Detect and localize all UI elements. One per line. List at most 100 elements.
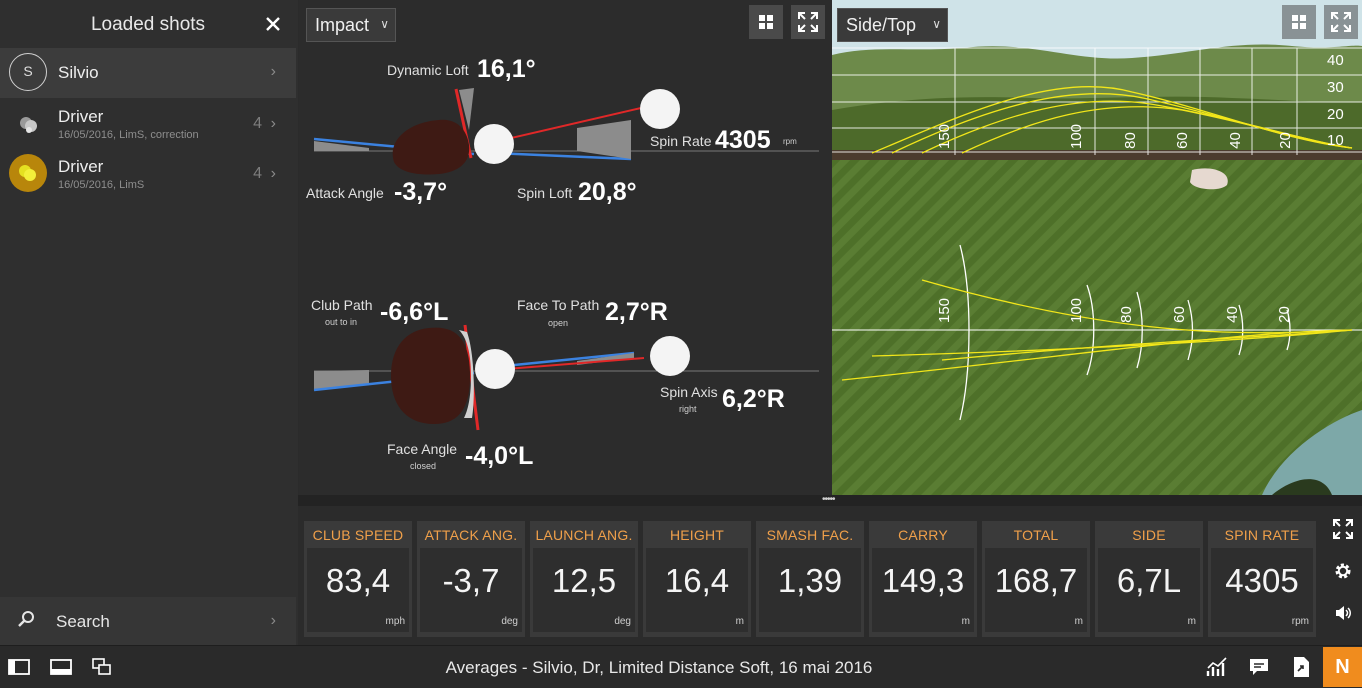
grid-layout-button[interactable]: [749, 5, 783, 39]
expand-stats-button[interactable]: [1328, 514, 1358, 544]
stat-body: -3,7 deg: [420, 548, 522, 632]
shot-subtitle: 16/05/2016, LimS, correction: [58, 129, 199, 141]
stat-tile-smash-factor[interactable]: SMASH FAC. 1,39: [756, 521, 864, 637]
club-path-sub: out to in: [325, 317, 358, 327]
impact-view-dropdown[interactable]: Impact ∨: [306, 8, 396, 42]
stat-unit: m: [1074, 616, 1083, 627]
trajectory-view-dropdown[interactable]: Side/Top ∨: [837, 8, 948, 42]
stats-bar: CLUB SPEED 83,4 mph ATTACK ANG. -3,7 deg…: [298, 506, 1362, 645]
expand-panel-button[interactable]: [791, 5, 825, 39]
close-sidebar-button[interactable]: [262, 10, 284, 36]
stat-tile-launch-angle[interactable]: LAUNCH ANG. 12,5 deg: [530, 521, 638, 637]
export-button[interactable]: [1288, 654, 1314, 680]
stat-value: 83,4: [325, 562, 391, 599]
gear-icon: [1335, 563, 1351, 579]
speaker-icon: [1336, 606, 1351, 620]
stat-unit: m: [961, 616, 970, 627]
shot-row[interactable]: Driver 16/05/2016, LimS 4 ›: [0, 148, 296, 198]
sidebar-header: Loaded shots: [0, 0, 296, 48]
expand-icon: [798, 12, 818, 32]
stat-label: ATTACK ANG.: [424, 527, 518, 543]
stat-label: TOTAL: [1013, 527, 1059, 543]
stat-value: -3,7: [442, 562, 500, 599]
attack-angle-label: Attack Angle: [306, 185, 384, 201]
stat-unit: rpm: [1291, 616, 1309, 627]
stat-value: 12,5: [551, 562, 617, 599]
top-distance-80: 80: [1117, 306, 1135, 323]
shot-count: 4: [253, 115, 262, 132]
stat-unit: m: [735, 616, 744, 627]
app-window: Loaded shots S Silvio › Driver 16/05/201…: [0, 0, 1362, 688]
top-distance-20: 20: [1275, 306, 1293, 323]
stat-unit: mph: [385, 616, 405, 627]
shot-title: Driver: [58, 157, 104, 176]
stat-value: 16,4: [664, 562, 730, 599]
stat-tile-carry[interactable]: CARRY 149,3 m: [869, 521, 977, 637]
chart-icon: [1206, 657, 1227, 676]
face-angle-sub: closed: [410, 461, 437, 471]
stat-value: 1,39: [777, 562, 843, 599]
club-path-label: Club Path: [311, 297, 373, 313]
file-export-icon: [1294, 657, 1309, 677]
stat-body: 4305 rpm: [1211, 548, 1313, 632]
stat-body: 83,4 mph: [307, 548, 409, 632]
face-angle-label: Face Angle: [387, 441, 458, 457]
stat-label: SIDE: [1132, 527, 1166, 543]
stat-tile-total[interactable]: TOTAL 168,7 m: [982, 521, 1090, 637]
avatar: S: [9, 53, 47, 91]
statistics-button[interactable]: [1204, 654, 1230, 680]
n-menu-button[interactable]: N: [1323, 647, 1362, 687]
panel-left-icon: [8, 659, 30, 675]
spin-axis-sub: right: [679, 404, 697, 414]
sidebar-title: Loaded shots: [90, 14, 206, 35]
side-distance-100: 100: [1068, 123, 1086, 150]
spin-loft-value: 20,8°: [578, 178, 637, 206]
toggle-sidebar-button[interactable]: [6, 654, 32, 680]
stat-body: 6,7L m: [1098, 548, 1200, 632]
player-row-silvio[interactable]: S Silvio ›: [0, 48, 296, 98]
face-to-path-value: 2,7°R: [605, 298, 668, 326]
expand-panel-button[interactable]: [1324, 5, 1358, 39]
height-label-40: 40: [1327, 52, 1344, 69]
stat-tile-spin-rate[interactable]: SPIN RATE 4305 rpm: [1208, 521, 1316, 637]
expand-icon: [1331, 12, 1351, 32]
status-text: Averages - Silvio, Dr, Limited Distance …: [445, 658, 873, 677]
grid-layout-button[interactable]: [1282, 5, 1316, 39]
comment-icon: [1250, 659, 1268, 675]
dropdown-value: Impact: [315, 15, 370, 35]
top-distance-150: 150: [936, 297, 954, 324]
stat-tile-attack-angle[interactable]: ATTACK ANG. -3,7 deg: [417, 521, 525, 637]
stat-label: HEIGHT: [669, 527, 725, 543]
stat-tile-side[interactable]: SIDE 6,7L m: [1095, 521, 1203, 637]
spin-loft-label: Spin Loft: [517, 185, 573, 201]
stat-tile-height[interactable]: HEIGHT 16,4 m: [643, 521, 751, 637]
comments-button[interactable]: [1246, 654, 1272, 680]
windows-icon: [92, 658, 111, 675]
side-distance-40: 40: [1226, 132, 1244, 149]
shot-row[interactable]: Driver 16/05/2016, LimS, correction 4 ›: [0, 98, 296, 148]
top-distance-100: 100: [1068, 297, 1086, 324]
stat-tile-club-speed[interactable]: CLUB SPEED 83,4 mph: [304, 521, 412, 637]
expand-icon: [1333, 519, 1353, 539]
spin-rate-value: 4305: [715, 126, 771, 154]
stat-unit: deg: [501, 616, 518, 627]
sound-button[interactable]: [1328, 598, 1358, 628]
stat-label: SMASH FAC.: [766, 527, 854, 543]
stat-value: 168,7: [994, 562, 1078, 599]
stat-value: 6,7L: [1116, 562, 1182, 599]
stat-label: SPIN RATE: [1224, 527, 1300, 543]
chevron-right-icon: ›: [270, 165, 276, 182]
stat-unit: m: [1187, 616, 1196, 627]
height-label-20: 20: [1327, 106, 1344, 123]
top-view-grid: [832, 244, 1362, 421]
face-to-path-sub: open: [548, 318, 569, 328]
attack-angle-value: -3,7°: [394, 178, 448, 206]
spin-rate-label: Spin Rate: [650, 133, 712, 149]
panel-splitter[interactable]: •••••: [298, 495, 1362, 506]
chevron-right-icon: ›: [270, 63, 276, 80]
search-row[interactable]: Search ›: [0, 597, 296, 645]
windows-button[interactable]: [89, 654, 115, 680]
toggle-bottom-panel-button[interactable]: [48, 654, 74, 680]
settings-button[interactable]: [1328, 556, 1358, 586]
close-icon: [266, 17, 280, 31]
